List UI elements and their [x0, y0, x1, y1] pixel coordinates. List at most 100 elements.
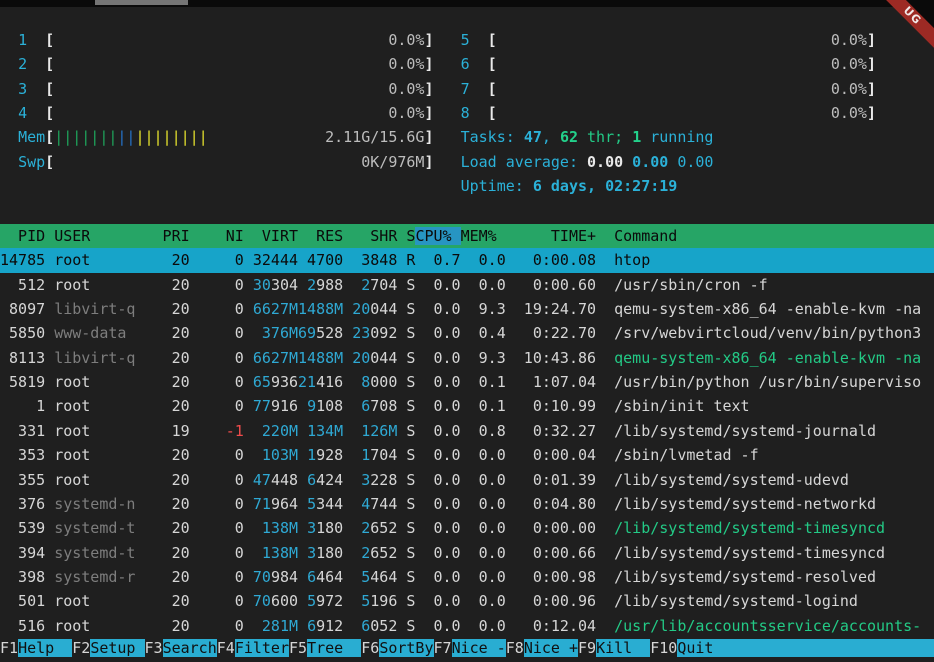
scrollbar-thumb[interactable] [95, 0, 188, 5]
cpu-meter-row-3: 3 [ 0.0%] 7 [ 0.0%] [0, 77, 934, 101]
cell-pid: 539 [0, 519, 45, 537]
cell-mem-number-high: 5 [361, 568, 370, 586]
text-segment [596, 300, 614, 318]
text-segment [596, 592, 614, 610]
process-row[interactable]: 512 root 20 0 30304 2988 2704 S 0.0 0.0 … [0, 273, 934, 297]
fnkey-F8-label[interactable]: Nice + [524, 639, 578, 657]
fnkey-F9-label[interactable]: Kill [596, 639, 650, 657]
text-segment [298, 276, 307, 294]
process-row[interactable]: 5819 root 20 0 6593621416 8000 S 0.0 0.1… [0, 370, 934, 394]
process-row[interactable]: 331 root 19 -1 220M 134M 126M S 0.0 0.8 … [0, 419, 934, 443]
tasks-sep: , [542, 128, 560, 146]
fnkey-F8[interactable]: F8 [506, 639, 524, 657]
cell-mem-pct: 0.1 [461, 373, 506, 391]
fnkey-F3-label[interactable]: Search [163, 639, 217, 657]
cell-ni: 0 [190, 617, 244, 635]
process-row[interactable]: 501 root 20 0 70600 5972 5196 S 0.0 0.0 … [0, 589, 934, 613]
fnkey-F9[interactable]: F9 [578, 639, 596, 657]
column-header-res[interactable]: RES [298, 227, 343, 245]
process-row[interactable]: 398 systemd-r 20 0 70984 6464 5464 S 0.0… [0, 565, 934, 589]
column-header-user[interactable]: USER [54, 227, 135, 245]
cell-mem-number-low: 916 [271, 397, 298, 415]
cell-time: 0:00.96 [506, 592, 596, 610]
process-row[interactable]: 8113 libvirt-q 20 0 6627M1488M 20044 S 0… [0, 346, 934, 370]
cell-command: qemu-system-x86_64 -enable-kvm -na [614, 349, 921, 367]
fnkey-F5-label[interactable]: Tree [307, 639, 361, 657]
cell-mem-number-low: 936 [271, 373, 298, 391]
column-header-state[interactable]: S [397, 227, 415, 245]
meter-open-bracket: [ [45, 104, 54, 122]
fnkey-F1[interactable]: F1 [0, 639, 18, 657]
fnkey-F1-label[interactable]: Help [18, 639, 72, 657]
process-row[interactable]: 1 root 20 0 77916 9108 6708 S 0.0 0.1 0:… [0, 394, 934, 418]
cell-mem-number-high: 1 [307, 446, 316, 464]
fnkey-F6-label[interactable]: SortBy [379, 639, 433, 657]
cpu-meter-7-id: 7 [461, 80, 488, 98]
text-segment [244, 592, 253, 610]
cell-pri: 20 [135, 251, 189, 269]
column-header-command[interactable]: Command [596, 227, 677, 245]
window-top-edge [0, 0, 934, 7]
cell-mem-number: 1488M [298, 300, 343, 318]
mem-meter-row: Mem[||||||||||||||||| 2.11G/15.6G] Tasks… [0, 125, 934, 149]
cell-command: htop [614, 251, 650, 269]
process-row[interactable]: 376 systemd-n 20 0 71964 5344 4744 S 0.0… [0, 492, 934, 516]
cell-mem-number-low: 988 [316, 276, 343, 294]
fnkey-F4[interactable]: F4 [217, 639, 235, 657]
cell-time: 0:00.98 [506, 568, 596, 586]
process-row[interactable]: 394 systemd-t 20 0 138M 3180 2652 S 0.0 … [0, 541, 934, 565]
cell-cpu-pct: 0.0 [415, 373, 460, 391]
text-segment [596, 568, 614, 586]
process-row[interactable]: 353 root 20 0 103M 1928 1704 S 0.0 0.0 0… [0, 443, 934, 467]
cell-command: /lib/systemd/systemd-udevd [614, 471, 849, 489]
fnkey-F6[interactable]: F6 [361, 639, 379, 657]
text-segment [596, 446, 614, 464]
uptime-label: Uptime: [461, 177, 533, 195]
cell-command: /sbin/lvmetad -f [614, 446, 759, 464]
cell-mem-number-high: 65 [253, 373, 271, 391]
text-segment [433, 104, 460, 122]
text-segment [433, 153, 460, 171]
column-header-ni[interactable]: NI [190, 227, 244, 245]
cell-user: root [54, 422, 135, 440]
fnkey-F3[interactable]: F3 [145, 639, 163, 657]
fnkey-F2-label[interactable]: Setup [90, 639, 144, 657]
cell-command: /lib/systemd/systemd-timesyncd [614, 544, 885, 562]
fnkey-F5[interactable]: F5 [289, 639, 307, 657]
process-row[interactable]: 355 root 20 0 47448 6424 3228 S 0.0 0.0 … [0, 468, 934, 492]
text-segment [596, 495, 614, 513]
column-header-pri[interactable]: PRI [135, 227, 189, 245]
fnkey-F4-label[interactable]: Filter [235, 639, 289, 657]
process-row[interactable]: 516 root 20 0 281M 6912 6052 S 0.0 0.0 0… [0, 614, 934, 638]
mem-bar-cache: |||||||| [135, 128, 207, 146]
cell-mem-number-high: 71 [253, 495, 271, 513]
text-segment [433, 31, 460, 49]
text-segment [244, 349, 253, 367]
process-row[interactable]: 5850 www-data 20 0 376M69528 23092 S 0.0… [0, 321, 934, 345]
cell-user: libvirt-q [54, 300, 135, 318]
text-segment [0, 177, 461, 195]
process-row[interactable]: 14785 root 20 0 32444 4700 3848 R 0.7 0.… [0, 248, 934, 272]
cell-time: 10:43.86 [506, 349, 596, 367]
fnkey-F2[interactable]: F2 [72, 639, 90, 657]
meter-open-bracket: [ [488, 80, 497, 98]
cell-state: S [397, 568, 415, 586]
cell-mem-number-low: 304 [271, 276, 298, 294]
process-row[interactable]: 8097 libvirt-q 20 0 6627M1488M 20044 S 0… [0, 297, 934, 321]
column-header-pid[interactable]: PID [0, 227, 45, 245]
column-header-time[interactable]: TIME+ [497, 227, 596, 245]
cell-pid: 8113 [0, 349, 45, 367]
fnkey-F7[interactable]: F7 [434, 639, 452, 657]
fnkey-F10[interactable]: F10 [650, 639, 677, 657]
text-segment [45, 592, 54, 610]
fnkey-F7-label[interactable]: Nice - [452, 639, 506, 657]
fnkey-F10-label[interactable]: Quit [677, 639, 934, 657]
column-header-shr[interactable]: SHR [343, 227, 397, 245]
cell-mem-number-low: 464 [316, 568, 343, 586]
column-header-virt[interactable]: VIRT [244, 227, 298, 245]
column-header-mem[interactable]: MEM% [461, 227, 497, 245]
process-row[interactable]: 539 systemd-t 20 0 138M 3180 2652 S 0.0 … [0, 516, 934, 540]
column-header-cpu-sorted[interactable]: CPU% [415, 227, 460, 245]
process-table-header: PID USER PRI NI VIRT RES SHR SCPU% MEM% … [0, 224, 934, 248]
cell-mem-number-low: 652 [370, 544, 397, 562]
